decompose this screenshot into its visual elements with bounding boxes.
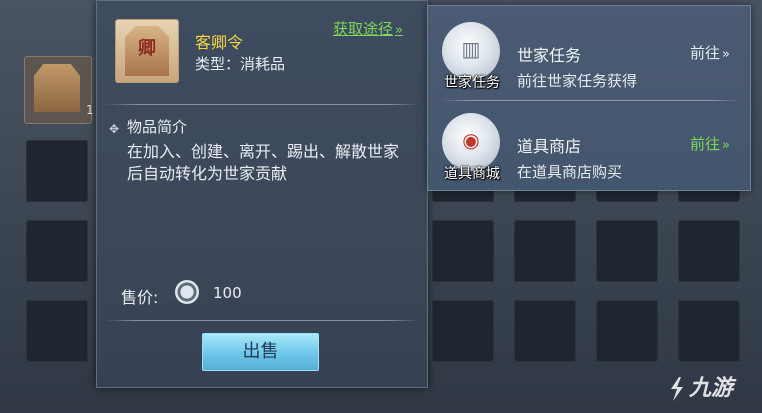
- item-name: 客卿令: [195, 33, 244, 52]
- source-title: 道具商店: [517, 137, 582, 156]
- source-title: 世家任务: [517, 46, 582, 65]
- inventory-slot[interactable]: [26, 140, 88, 202]
- source-icon-label: 道具商城: [444, 166, 500, 182]
- inventory-slot-count: 1: [86, 103, 94, 117]
- diamond-icon: ✥: [109, 122, 120, 136]
- silver-coin-icon: [175, 280, 199, 304]
- go-link[interactable]: 前往»: [690, 133, 730, 154]
- price-value: 100: [213, 284, 242, 302]
- inventory-slot[interactable]: [432, 220, 494, 282]
- go-label: 前往: [690, 135, 721, 153]
- item-type: 类型：消耗品: [195, 55, 286, 73]
- divider: [440, 100, 740, 101]
- section-title: 物品简介: [127, 118, 188, 136]
- source-icon-label: 世家任务: [444, 75, 500, 91]
- lantern-glyph: ◉: [462, 128, 480, 152]
- inventory-slot[interactable]: [26, 300, 88, 362]
- source-row-item-shop[interactable]: ◉ 道具商城 道具商店 在道具商店购买 前往»: [428, 103, 750, 187]
- double-chevron-right-icon: »: [722, 47, 730, 62]
- inventory-slot[interactable]: [432, 300, 494, 362]
- token-icon: [34, 64, 80, 112]
- inventory-slot[interactable]: [678, 220, 740, 282]
- divider: [105, 320, 419, 321]
- item-description: 在加入、创建、离开、踢出、解散世家后自动转化为世家贡献: [127, 142, 400, 183]
- double-chevron-right-icon: »: [395, 23, 403, 38]
- inventory-slot[interactable]: [514, 300, 576, 362]
- source-desc: 前往世家任务获得: [517, 72, 638, 90]
- go-link[interactable]: 前往»: [690, 42, 730, 63]
- inventory-slot[interactable]: [514, 220, 576, 282]
- sell-button[interactable]: 出售: [202, 333, 319, 371]
- inventory-slot[interactable]: [678, 300, 740, 362]
- acquire-source-label: 获取途径: [333, 20, 394, 38]
- double-chevron-right-icon: »: [722, 138, 730, 153]
- inventory-slot[interactable]: [26, 220, 88, 282]
- inventory-slot[interactable]: [596, 300, 658, 362]
- watermark-logo: 九游: [665, 370, 733, 403]
- divider: [105, 104, 419, 105]
- source-desc: 在道具商店购买: [517, 163, 623, 181]
- item-icon-glyph: 卿: [138, 38, 156, 59]
- acquire-source-link[interactable]: 获取途径»: [333, 18, 403, 39]
- watermark-text: 九游: [689, 376, 734, 401]
- inventory-slot[interactable]: [596, 220, 658, 282]
- scroll-glyph: ▥: [461, 37, 481, 61]
- go-label: 前往: [690, 44, 721, 62]
- acquire-source-panel: ▥ 世家任务 世家任务 前往世家任务获得 前往» ◉ 道具商城 道具商店 在道具…: [427, 5, 751, 191]
- price-label: 售价:: [121, 288, 159, 307]
- source-row-clan-task[interactable]: ▥ 世家任务 世家任务 前往世家任务获得 前往»: [428, 12, 750, 96]
- item-icon: 卿: [115, 19, 179, 83]
- nine-game-logo-icon: [671, 377, 683, 401]
- item-detail-panel: 卿 客卿令 类型：消耗品 获取途径» ✥ 物品简介 在加入、创建、离开、踢出、解…: [96, 0, 428, 388]
